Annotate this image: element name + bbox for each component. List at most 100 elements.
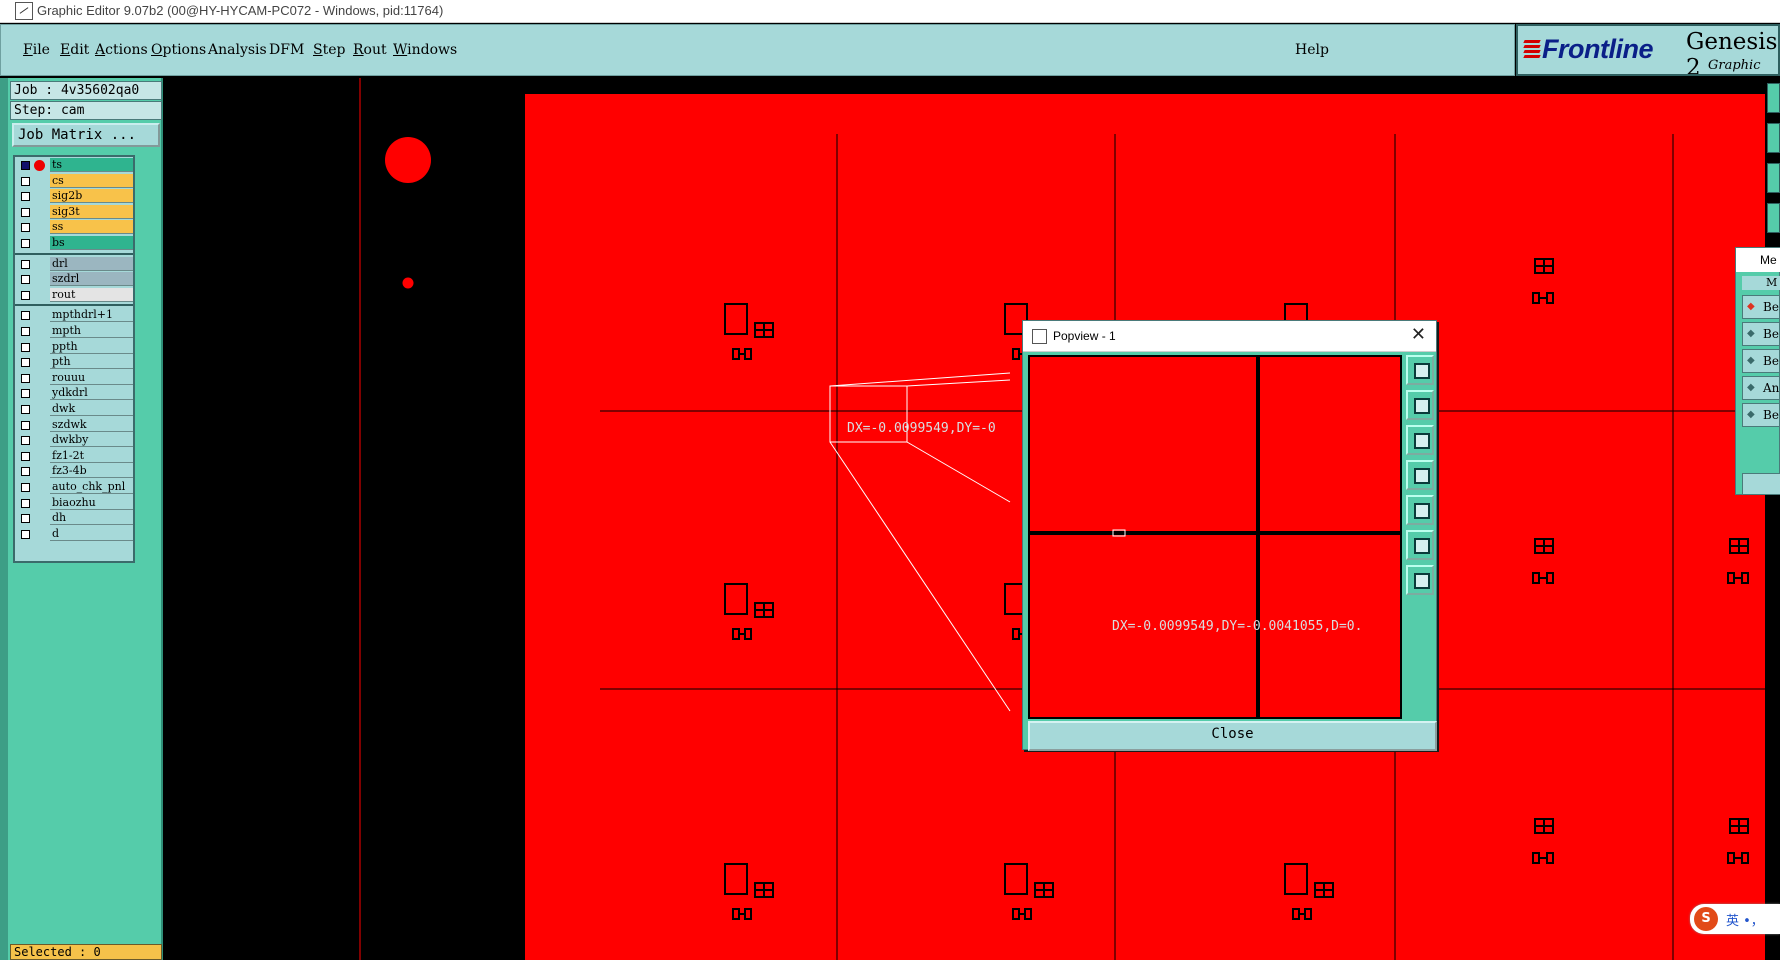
layer-checkbox[interactable] <box>21 389 30 399</box>
layer-checkbox[interactable] <box>21 161 30 170</box>
layer-checkbox[interactable] <box>21 311 30 321</box>
layer-row-dwk[interactable]: dwk <box>15 402 133 416</box>
layer-checkbox[interactable] <box>21 259 30 269</box>
layer-checkbox[interactable] <box>21 529 30 539</box>
layer-name: ydkdrl <box>50 386 133 401</box>
measure-mode-item[interactable]: Be <box>1742 349 1780 373</box>
layer-row-mpth[interactable]: mpth <box>15 324 133 338</box>
layer-row-ss[interactable]: ss <box>15 220 133 235</box>
menu-mnemonic: S <box>313 42 323 58</box>
layer-row-sig3t[interactable]: sig3t <box>15 204 133 219</box>
layer-row-mpthdrl+1[interactable]: mpthdrl+1 <box>15 308 133 323</box>
layer-name: biaozhu <box>50 495 133 510</box>
layer-name: pth <box>50 355 133 370</box>
measure-mode-item[interactable]: Be <box>1742 295 1780 319</box>
layer-name: auto_chk_pnl <box>50 480 133 494</box>
layer-row-pth[interactable]: pth <box>15 355 133 370</box>
pan-up-icon[interactable] <box>1406 390 1434 420</box>
layer-row-rouuu[interactable]: rouuu <box>15 370 133 385</box>
panel-edge <box>0 78 8 960</box>
layer-row-fz3-4b[interactable]: fz3-4b <box>15 464 133 479</box>
layer-list: ts cs sig2b sig3t ss bs drl szdrl rout mpthdrl+1 m… <box>13 155 135 563</box>
layer-name: bs <box>50 236 133 250</box>
menu-rout[interactable]: Rout <box>353 42 387 58</box>
layer-row-dh[interactable]: dh <box>15 511 133 526</box>
ime-indicator[interactable]: S 英 •， <box>1690 904 1780 934</box>
layer-checkbox[interactable] <box>21 176 30 186</box>
layer-checkbox[interactable] <box>21 451 30 461</box>
close-button[interactable]: Close <box>1028 721 1437 751</box>
popview-viewport[interactable]: DX=-0.0099549,DY=-0.0041055,D=0. <box>1028 355 1402 719</box>
layer-row-auto_chk_pnl[interactable]: auto_chk_pnl <box>15 480 133 494</box>
layer-checkbox[interactable] <box>21 192 30 202</box>
menu-label: Analysis <box>208 42 267 58</box>
layer-checkbox[interactable] <box>21 358 30 368</box>
layer-checkbox[interactable] <box>21 207 30 217</box>
layer-row-ydkdrl[interactable]: ydkdrl <box>15 386 133 401</box>
measure-panel-button[interactable] <box>1742 473 1780 495</box>
layer-row-ppth[interactable]: ppth <box>15 339 133 354</box>
menu-actions[interactable]: Actions <box>95 42 148 58</box>
tool-icon-4[interactable] <box>1767 203 1780 233</box>
layer-checkbox[interactable] <box>21 223 30 233</box>
menu-help[interactable]: Help <box>1295 42 1329 58</box>
layer-checkbox[interactable] <box>21 327 30 336</box>
pan-left-icon[interactable] <box>1406 460 1434 490</box>
layer-checkbox[interactable] <box>21 420 30 430</box>
tool-icon-3[interactable] <box>1767 163 1780 193</box>
pan-right-icon[interactable] <box>1406 495 1434 525</box>
layer-row-fz1-2t[interactable]: fz1-2t <box>15 448 133 463</box>
layer-name: ppth <box>50 339 133 354</box>
layer-name: rouuu <box>50 370 133 385</box>
menu-analysis[interactable]: Analysis <box>208 42 267 58</box>
zoom-out-icon[interactable] <box>1406 530 1434 560</box>
menu-dfm[interactable]: DFM <box>269 42 304 58</box>
menu-step[interactable]: Step <box>313 42 345 58</box>
layer-checkbox[interactable] <box>21 467 30 477</box>
menu-options[interactable]: Options <box>151 42 206 58</box>
zoom-window-icon[interactable] <box>1406 355 1434 385</box>
tool-icon-1[interactable] <box>1767 83 1780 113</box>
job-matrix-button[interactable]: Job Matrix ... <box>12 123 160 147</box>
measure-mode-item[interactable]: Be <box>1742 322 1780 346</box>
layer-row-drl[interactable]: drl <box>15 256 133 271</box>
layer-checkbox[interactable] <box>21 290 30 300</box>
layer-row-sig2b[interactable]: sig2b <box>15 189 133 204</box>
layer-checkbox[interactable] <box>21 498 30 508</box>
measure-mode-item[interactable]: Be <box>1742 403 1780 427</box>
layer-row-biaozhu[interactable]: biaozhu <box>15 495 133 510</box>
measure-panel-title: Me <box>1736 248 1780 272</box>
layer-checkbox[interactable] <box>21 342 30 352</box>
menu-windows[interactable]: Windows <box>393 42 457 58</box>
menu-edit[interactable]: Edit <box>60 42 89 58</box>
layer-row-cs[interactable]: cs <box>15 173 133 188</box>
layer-row-szdwk[interactable]: szdwk <box>15 417 133 432</box>
layer-checkbox[interactable] <box>21 239 30 248</box>
measure-mode-item[interactable]: An <box>1742 376 1780 400</box>
popview-dialog: Popview - 1 ✕ DX=-0.0099549,DY=-0.004105… <box>1022 320 1437 751</box>
graphic-canvas[interactable]: DX=-0.0099549,DY=-0 <box>165 78 1765 960</box>
zoom-in-icon[interactable] <box>1406 565 1434 595</box>
layer-checkbox[interactable] <box>21 483 30 492</box>
layer-row-szdrl[interactable]: szdrl <box>15 272 133 287</box>
logo-brand: Frontline <box>1542 34 1654 64</box>
layer-name: mpthdrl+1 <box>50 308 133 323</box>
layer-row-ts[interactable]: ts <box>15 158 133 172</box>
layer-row-dwkby[interactable]: dwkby <box>15 433 133 448</box>
layer-checkbox[interactable] <box>21 514 30 524</box>
pan-down-icon[interactable] <box>1406 425 1434 455</box>
layer-checkbox[interactable] <box>21 373 30 383</box>
close-icon[interactable]: ✕ <box>1411 324 1426 345</box>
layer-checkbox[interactable] <box>21 405 30 414</box>
menu-mnemonic: F <box>23 42 33 58</box>
layer-checkbox[interactable] <box>21 275 30 285</box>
layer-row-bs[interactable]: bs <box>15 236 133 250</box>
logo-stripes-icon <box>1523 40 1541 60</box>
tool-icon-2[interactable] <box>1767 123 1780 153</box>
layer-checkbox[interactable] <box>21 436 30 446</box>
layer-row-d[interactable]: d <box>15 526 133 541</box>
menu-file[interactable]: File <box>23 42 50 58</box>
layer-row-rout[interactable]: rout <box>15 287 133 302</box>
right-toolbar <box>1767 83 1780 243</box>
layer-group-separator <box>15 252 133 255</box>
